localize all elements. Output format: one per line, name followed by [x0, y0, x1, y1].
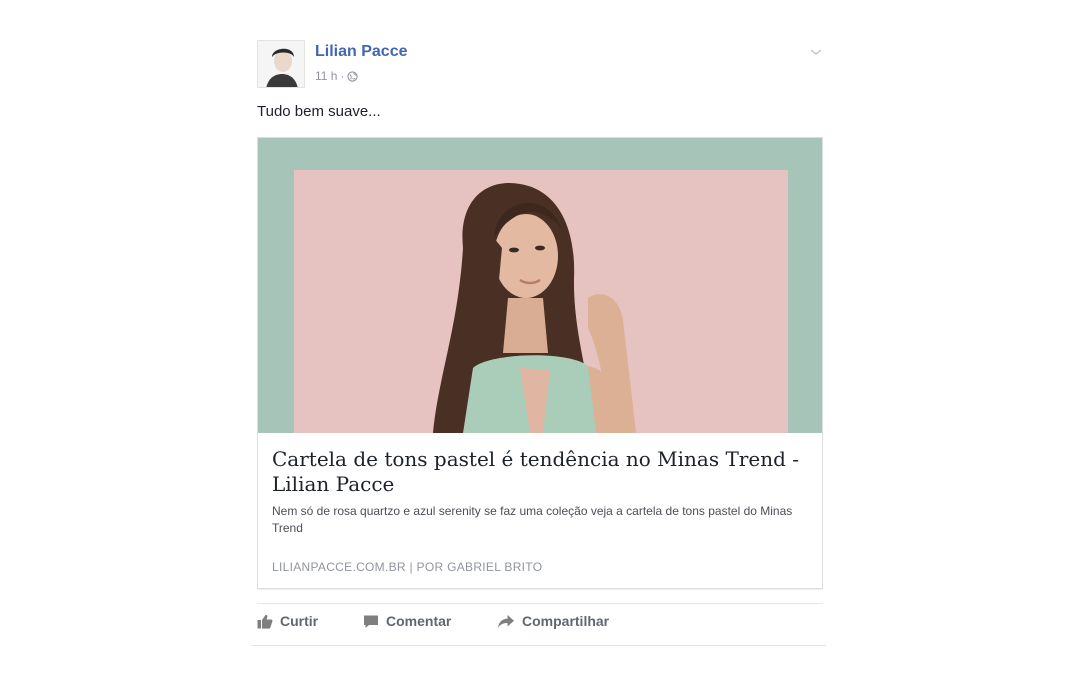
link-title[interactable]: Cartela de tons pastel é tendência no Mi… — [272, 447, 802, 497]
post-timestamp[interactable]: 11 h — [315, 69, 337, 83]
actions-divider-bottom — [252, 645, 826, 646]
meta-separator: · — [340, 69, 345, 83]
share-icon — [497, 614, 515, 629]
author-avatar[interactable] — [257, 40, 305, 88]
comment-button[interactable]: Comentar — [363, 613, 451, 629]
author-name[interactable]: Lilian Pacce — [315, 43, 408, 61]
link-description: Nem só de rosa quartzo e azul serenity s… — [272, 504, 793, 535]
share-button[interactable]: Compartilhar — [497, 613, 609, 629]
comment-icon — [363, 614, 379, 629]
actions-divider-top — [257, 603, 823, 604]
model-photo — [433, 182, 636, 433]
like-button[interactable]: Curtir — [257, 613, 318, 629]
link-preview-image[interactable] — [258, 138, 822, 433]
globe-icon[interactable] — [347, 70, 359, 82]
link-preview-card[interactable]: Cartela de tons pastel é tendência no Mi… — [257, 137, 823, 589]
link-preview-text: Cartela de tons pastel é tendência no Mi… — [272, 447, 802, 537]
like-label: Curtir — [280, 613, 319, 629]
post-meta: 11 h · — [315, 69, 359, 83]
post-options-chevron-icon[interactable] — [809, 44, 823, 55]
thumbs-up-icon — [257, 614, 273, 629]
post-actions-bar: Curtir Comentar Compartilhar — [257, 613, 823, 633]
share-label: Compartilhar — [522, 613, 610, 629]
comment-label: Comentar — [386, 613, 452, 629]
link-source: LILIANPACCE.COM.BR | POR GABRIEL BRITO — [272, 560, 543, 574]
post-status-text: Tudo bem suave... — [257, 103, 381, 120]
